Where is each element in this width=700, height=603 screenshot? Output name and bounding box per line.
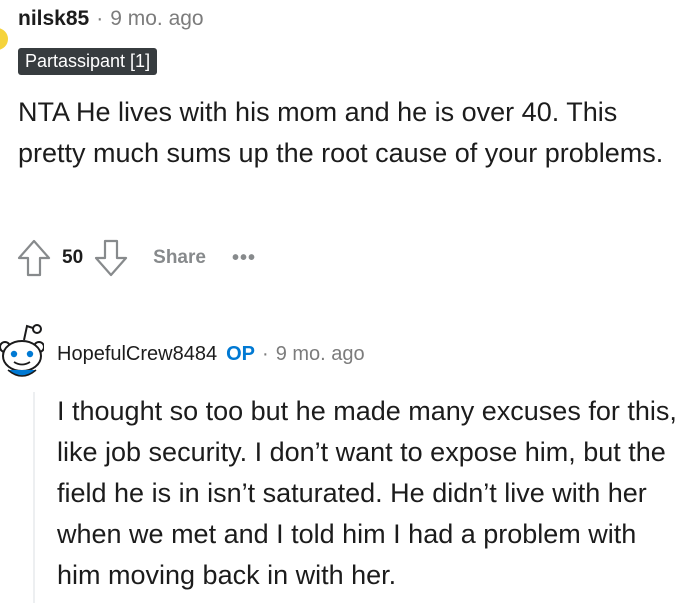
- comment-action-bar: 50 Share •••: [14, 236, 256, 280]
- reply-avatar[interactable]: [0, 318, 45, 382]
- upvote-button[interactable]: [14, 236, 54, 280]
- comment-meta: nilsk85 · 9 mo. ago: [18, 4, 204, 34]
- more-options-button[interactable]: •••: [232, 248, 256, 268]
- vote-count: 50: [62, 247, 84, 268]
- thread-line[interactable]: [33, 392, 35, 603]
- comment: nilsk85 · 9 mo. ago Partassipant [1] NTA…: [0, 0, 700, 290]
- meta-separator: ·: [262, 342, 269, 365]
- user-avatar[interactable]: [0, 28, 8, 50]
- arrow-up-icon: [17, 239, 51, 277]
- arrow-down-icon: [95, 239, 128, 277]
- op-badge: OP: [226, 342, 256, 365]
- share-button[interactable]: Share: [153, 247, 206, 269]
- reply-meta: HopefulCrew8484 OP · 9 mo. ago: [57, 339, 365, 369]
- reply-username[interactable]: HopefulCrew8484: [57, 343, 217, 366]
- comment-timestamp[interactable]: 9 mo. ago: [110, 7, 203, 31]
- meta-separator: ·: [96, 7, 104, 30]
- reply-timestamp[interactable]: 9 mo. ago: [276, 343, 365, 366]
- user-flair: Partassipant [1]: [18, 48, 158, 75]
- downvote-button[interactable]: [91, 236, 131, 280]
- reply-body: I thought so too but he made many excuse…: [57, 396, 677, 590]
- comment-username[interactable]: nilsk85: [18, 7, 89, 31]
- comment-body: NTA He lives with his mom and he is over…: [18, 97, 664, 168]
- snoo-avatar-icon: [0, 324, 45, 377]
